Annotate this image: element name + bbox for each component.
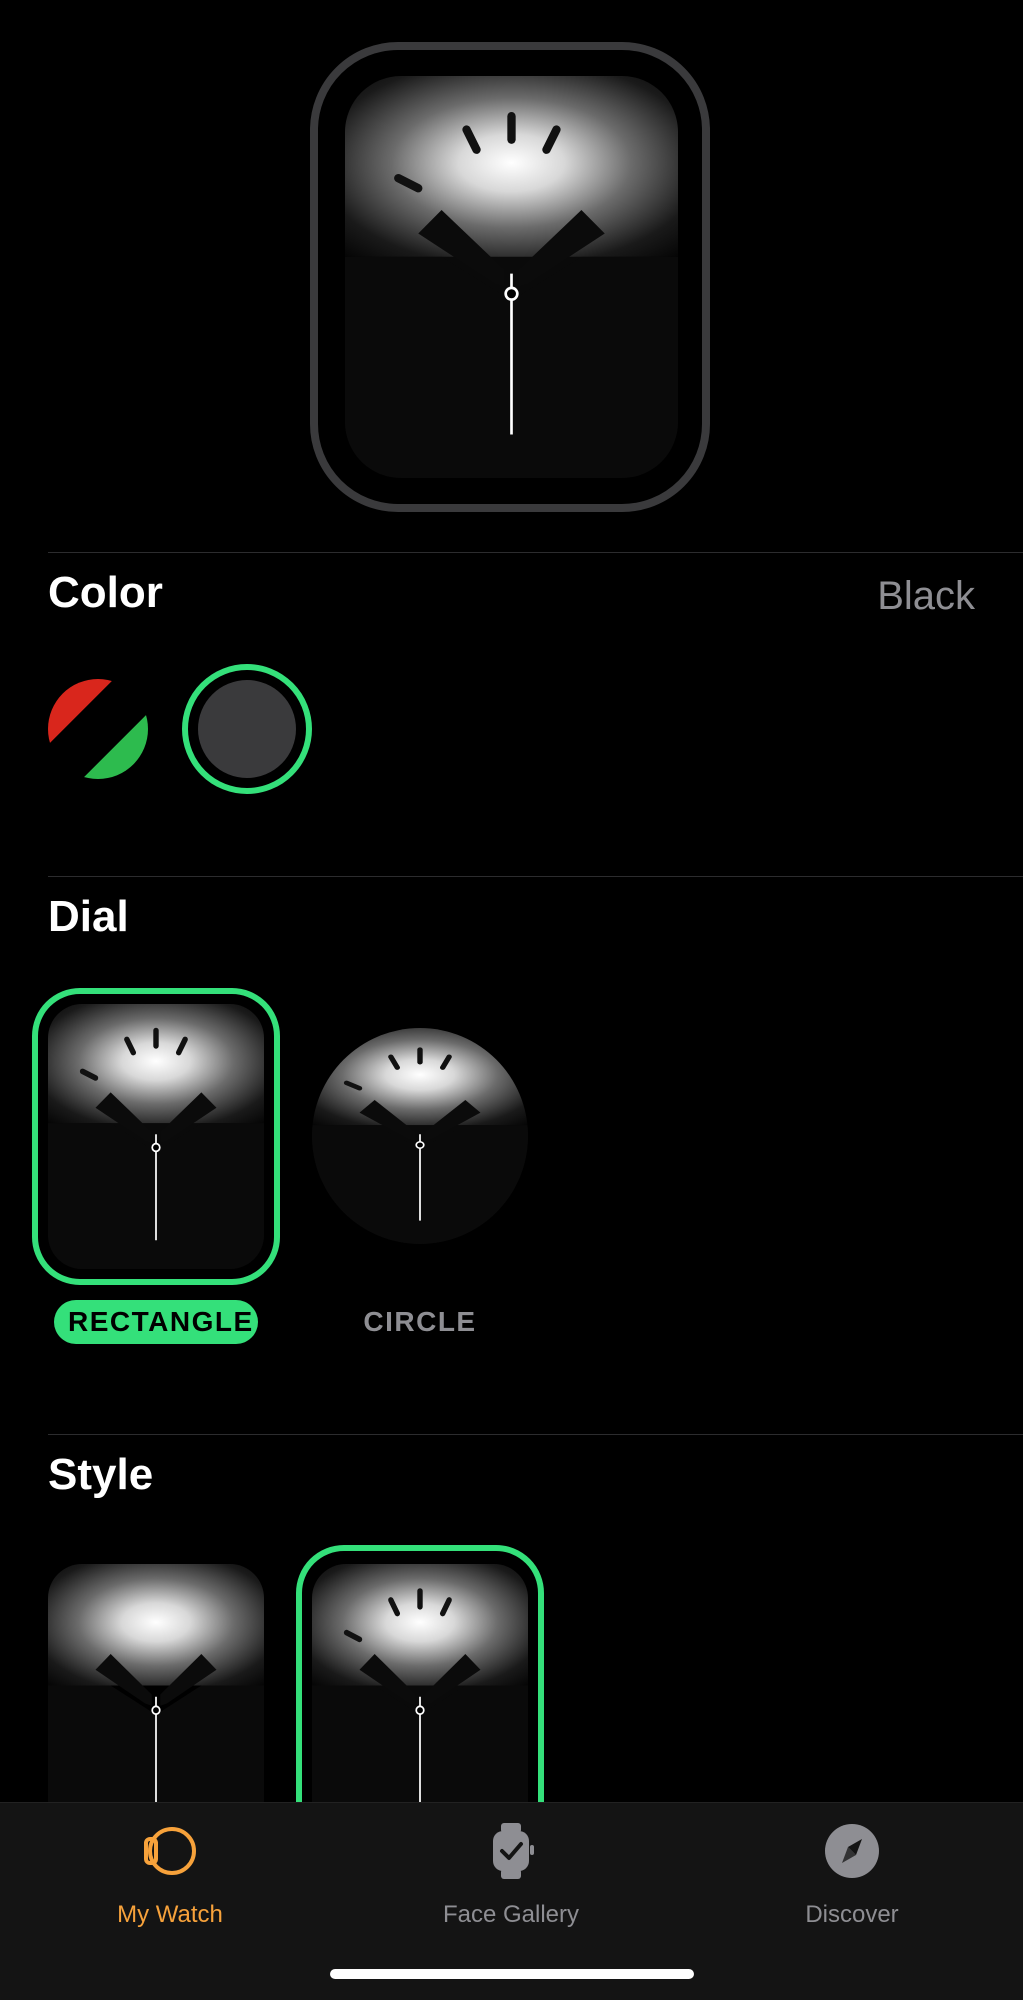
style-option-no-ticks[interactable] [48, 1564, 264, 1834]
watch-face-preview [345, 76, 678, 478]
color-swatch-multicolor[interactable] [48, 679, 148, 779]
divider [48, 552, 1023, 553]
watch-face-graphic [345, 76, 678, 478]
color-swatch-black-fill [198, 680, 296, 778]
tab-discover-label: Discover [805, 1901, 899, 1928]
dial-section-title: Dial [48, 892, 129, 941]
tab-my-watch[interactable]: My Watch [50, 1821, 290, 1929]
style-section-title: Style [48, 1450, 154, 1499]
dial-option-rectangle[interactable] [48, 1004, 264, 1269]
circle-dial-graphic [312, 1028, 528, 1244]
dial-label-rectangle: RECTANGLE [54, 1300, 258, 1344]
style-no-ticks-graphic [48, 1564, 264, 1834]
tab-face-gallery[interactable]: Face Gallery [391, 1821, 631, 1929]
divider [48, 876, 1023, 877]
tab-discover[interactable]: Discover [732, 1821, 972, 1929]
tab-face-gallery-label: Face Gallery [442, 1901, 580, 1928]
tab-bar: My Watch Face Gallery Discover [0, 1802, 1023, 2000]
watch-face-gallery-icon [493, 1823, 534, 1879]
color-section-title: Color [48, 568, 163, 617]
divider [48, 1434, 1023, 1435]
compass-icon [825, 1824, 879, 1878]
watch-face-editor: Color Black Dial RECTANGLE CIRCLE Style [0, 0, 1023, 2000]
style-ticks-graphic [312, 1564, 528, 1834]
color-selected-value: Black [877, 574, 975, 618]
color-swatch-black[interactable] [182, 664, 312, 794]
rectangle-dial-graphic [48, 1004, 264, 1269]
watch-icon [144, 1827, 196, 1875]
dial-label-circle: CIRCLE [363, 1306, 477, 1337]
home-indicator [330, 1969, 694, 1979]
dial-option-circle[interactable] [312, 1028, 528, 1244]
style-option-ticks[interactable] [312, 1564, 528, 1834]
tab-my-watch-label: My Watch [117, 1901, 223, 1928]
multicolor-swatch-graphic [48, 679, 148, 779]
